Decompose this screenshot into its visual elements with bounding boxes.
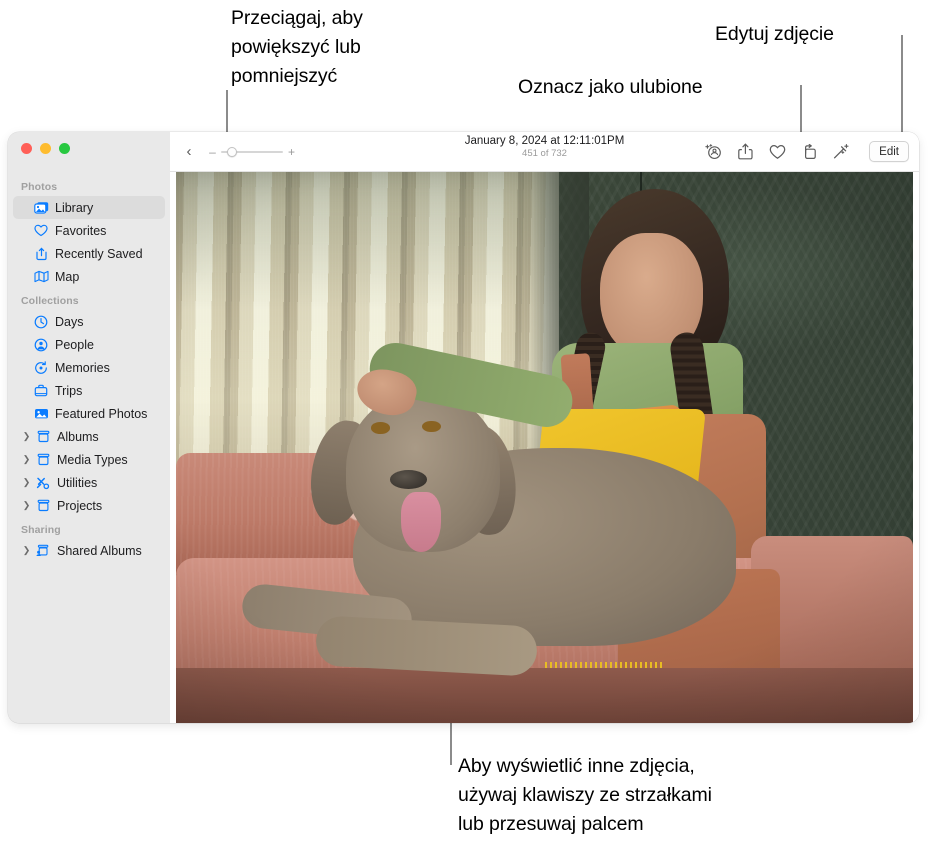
featured-photos-icon xyxy=(32,406,50,422)
sidebar-item-memories[interactable]: Memories xyxy=(13,356,165,379)
sidebar-item-people[interactable]: People xyxy=(13,333,165,356)
clock-icon xyxy=(32,314,50,330)
favorite-icon[interactable] xyxy=(766,141,788,163)
sidebar-item-days[interactable]: Days xyxy=(13,310,165,333)
zoom-slider-knob[interactable] xyxy=(227,146,237,157)
sidebar-item-label: Library xyxy=(55,200,94,215)
person-icon xyxy=(32,337,50,353)
sidebar-item-media-types[interactable]: ❯ Media Types xyxy=(13,448,165,471)
back-button[interactable]: ‹ xyxy=(178,141,200,163)
sidebar-item-label: Featured Photos xyxy=(55,406,148,421)
sidebar-item-label: Albums xyxy=(57,429,99,444)
sidebar-item-label: Days xyxy=(55,314,84,329)
zoom-button[interactable] xyxy=(59,143,70,154)
sidebar-item-label: Utilities xyxy=(57,475,98,490)
close-button[interactable] xyxy=(21,143,32,154)
sidebar-item-projects[interactable]: ❯ Projects xyxy=(13,494,165,517)
toolbar-actions: Edit xyxy=(702,141,909,163)
album-icon xyxy=(34,429,52,445)
sidebar-item-shared-albums[interactable]: ❯ Shared Albums xyxy=(13,539,165,562)
sidebar-item-utilities[interactable]: ❯ Utilities xyxy=(13,471,165,494)
sidebar-item-label: Media Types xyxy=(57,452,128,467)
chevron-right-icon[interactable]: ❯ xyxy=(21,455,32,464)
zoom-in-button[interactable]: + xyxy=(286,145,297,159)
traffic-lights xyxy=(21,143,70,154)
chevron-right-icon[interactable]: ❯ xyxy=(21,478,32,487)
map-icon xyxy=(32,269,50,285)
photo-position-subtitle: 451 of 732 xyxy=(522,148,567,159)
content-area: ‹ – + January 8, 2024 at 12:11:01PM 451 … xyxy=(170,132,919,723)
sidebar-item-label: Shared Albums xyxy=(57,543,142,558)
sidebar-item-albums[interactable]: ❯ Albums xyxy=(13,425,165,448)
sidebar-item-label: Trips xyxy=(55,383,83,398)
enhance-icon[interactable] xyxy=(830,141,852,163)
suitcase-icon xyxy=(32,383,50,399)
sidebar-item-trips[interactable]: Trips xyxy=(13,379,165,402)
utilities-icon xyxy=(34,475,52,491)
chevron-right-icon[interactable]: ❯ xyxy=(21,501,32,510)
sidebar-item-favorites[interactable]: Favorites xyxy=(13,219,165,242)
sidebar-item-featured-photos[interactable]: Featured Photos xyxy=(13,402,165,425)
sidebar-section-sharing: Sharing xyxy=(21,524,61,536)
callout-zoom-hint: Przeciągaj, aby powiększyć lub pomniejsz… xyxy=(231,7,363,87)
sidebar-scroll-area: Photos Library Favorites Recently Saved … xyxy=(8,140,170,562)
callout-edit-hint: Edytuj zdjęcie xyxy=(715,23,834,45)
edit-button-label: Edit xyxy=(879,145,899,158)
rotate-icon[interactable] xyxy=(798,141,820,163)
photo-image[interactable] xyxy=(176,172,913,723)
callout-navigate-hint: Aby wyświetlić inne zdjęcia, używaj klaw… xyxy=(458,755,712,835)
zoom-out-button[interactable]: – xyxy=(207,145,218,159)
sidebar: Photos Library Favorites Recently Saved … xyxy=(8,132,170,723)
album-icon xyxy=(34,498,52,514)
photo-date-title: January 8, 2024 at 12:11:01PM xyxy=(464,135,625,147)
sidebar-item-label: Projects xyxy=(57,498,103,513)
sidebar-item-label: Memories xyxy=(55,360,110,375)
sidebar-item-recently-saved[interactable]: Recently Saved xyxy=(13,242,165,265)
sidebar-item-map[interactable]: Map xyxy=(13,265,165,288)
memories-icon xyxy=(32,360,50,376)
sidebar-item-label: People xyxy=(55,337,94,352)
photos-app-window: Photos Library Favorites Recently Saved … xyxy=(8,132,919,723)
photo-vignette xyxy=(176,172,913,723)
toolbar: ‹ – + January 8, 2024 at 12:11:01PM 451 … xyxy=(170,132,919,172)
zoom-slider[interactable] xyxy=(221,145,283,159)
chevron-right-icon[interactable]: ❯ xyxy=(21,546,32,555)
add-to-album-icon[interactable] xyxy=(702,141,724,163)
photo-viewer[interactable] xyxy=(170,172,919,723)
callout-favorite-hint: Oznacz jako ulubione xyxy=(518,76,703,98)
minimize-button[interactable] xyxy=(40,143,51,154)
recently-saved-icon xyxy=(32,246,50,262)
shared-album-icon xyxy=(34,543,52,559)
toolbar-left-group: ‹ – + xyxy=(178,141,297,163)
callout-line-edit xyxy=(901,35,903,140)
library-icon xyxy=(32,200,50,216)
sidebar-item-label: Favorites xyxy=(55,223,107,238)
heart-icon xyxy=(32,223,50,239)
sidebar-section-collections: Collections xyxy=(21,295,79,307)
share-icon[interactable] xyxy=(734,141,756,163)
zoom-slider-control[interactable]: – + xyxy=(207,145,297,159)
album-icon xyxy=(34,452,52,468)
sidebar-item-label: Recently Saved xyxy=(55,246,143,261)
sidebar-section-photos: Photos xyxy=(21,181,58,193)
sidebar-item-label: Map xyxy=(55,269,80,284)
edit-button[interactable]: Edit xyxy=(869,141,909,162)
sidebar-item-library[interactable]: Library xyxy=(13,196,165,219)
chevron-right-icon[interactable]: ❯ xyxy=(21,432,32,441)
